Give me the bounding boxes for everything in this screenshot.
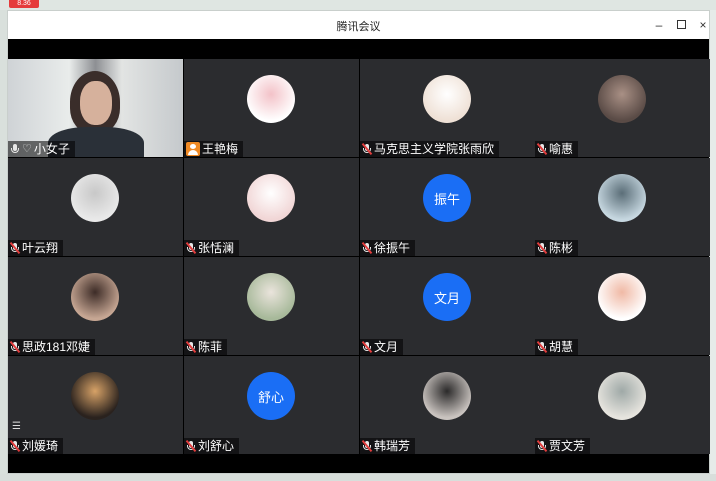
mic-muted-icon [9, 439, 21, 453]
participant-name: 贾文芳 [549, 439, 586, 453]
participant-name: 马克思主义学院张雨欣 [374, 142, 495, 156]
mic-muted-icon [361, 340, 373, 354]
participant-avatar [598, 174, 646, 222]
participant-avatar: 振午 [423, 174, 471, 222]
participant-tile[interactable]: 文月 文月 [360, 257, 535, 355]
mic-stand [11, 148, 19, 153]
participant-nameplate: 文月 [360, 339, 404, 355]
mic-muted-icon [185, 340, 197, 354]
participant-name: 王艳梅 [202, 142, 239, 156]
minimize-button[interactable]: – [648, 15, 670, 35]
participant-tile[interactable]: 张恬澜 [184, 158, 359, 256]
participant-avatar [423, 372, 471, 420]
heart-icon: ♡ [22, 143, 32, 155]
window-title: 腾讯会议 [336, 21, 381, 33]
mic-muted-icon [185, 241, 197, 255]
participant-nameplate: 韩瑞芳 [360, 438, 416, 454]
user-icon [186, 142, 200, 156]
participant-avatar: 文月 [423, 273, 471, 321]
participant-tile[interactable]: 刘媛琦 [8, 356, 183, 454]
participant-nameplate: 刘媛琦 [8, 438, 64, 454]
participant-name: 文月 [374, 340, 399, 354]
participant-name: 陈菲 [198, 340, 223, 354]
participant-name: 徐振午 [374, 241, 411, 255]
desktop-badge: 8.36 [9, 0, 39, 8]
participant-name: 叶云翔 [22, 241, 59, 255]
close-button[interactable]: × [692, 15, 714, 35]
participant-nameplate: ♡ 小女子 [8, 141, 75, 157]
participant-avatar [247, 174, 295, 222]
participant-name: 陈彬 [549, 241, 574, 255]
maximize-icon [676, 20, 686, 29]
meeting-window: 腾讯会议 – × ♡ 小女子 王艳梅 马克思主义学院张雨欣 喻惠 叶云翔 张恬澜 振午 徐振午陈… [7, 10, 710, 474]
participant-tile[interactable]: 喻惠 [535, 59, 710, 157]
participant-avatar [423, 75, 471, 123]
desktop-strip [0, 0, 716, 10]
participant-name: 刘舒心 [198, 439, 235, 453]
mic-muted-icon [361, 142, 373, 156]
participant-tile[interactable]: 贾文芳 [535, 356, 710, 454]
mic-muted-icon [361, 241, 373, 255]
participant-nameplate: 张恬澜 [184, 240, 240, 256]
mic-muted-icon [9, 241, 21, 255]
participant-tile[interactable]: 胡慧 [535, 257, 710, 355]
mic-icon [10, 143, 20, 155]
participant-name: 思政181邓婕 [22, 340, 91, 354]
taskbar-strip [0, 474, 716, 481]
participant-tile[interactable]: 陈彬 [535, 158, 710, 256]
participant-avatar [598, 372, 646, 420]
mic-muted-icon [185, 439, 197, 453]
participant-grid: ♡ 小女子 王艳梅 马克思主义学院张雨欣 喻惠 叶云翔 张恬澜 振午 徐振午 陈彬 思政181邓婕陈… [8, 59, 710, 455]
participant-nameplate: 刘舒心 [184, 438, 240, 454]
participant-avatar [598, 75, 646, 123]
participant-name: 刘媛琦 [22, 439, 59, 453]
participant-avatar [71, 273, 119, 321]
participant-avatar: 舒心 [247, 372, 295, 420]
participant-nameplate: 陈彬 [535, 240, 579, 256]
participant-tile[interactable]: 舒心刘舒心 [184, 356, 359, 454]
participant-nameplate: 胡慧 [535, 339, 579, 355]
participant-list-icon[interactable]: ☰ [12, 420, 26, 434]
participant-nameplate: 叶云翔 [8, 240, 64, 256]
participant-name: 胡慧 [549, 340, 574, 354]
participant-nameplate: 陈菲 [184, 339, 228, 355]
participant-nameplate: 思政181邓婕 [8, 339, 96, 355]
participant-tile[interactable]: 振午徐振午 [360, 158, 535, 256]
participant-name: 韩瑞芳 [374, 439, 411, 453]
participant-tile[interactable]: 陈菲 [184, 257, 359, 355]
mic-muted-icon [361, 439, 373, 453]
speaker-face [80, 81, 112, 125]
participant-name: 小女子 [33, 142, 70, 156]
participant-tile[interactable]: 马克思主义学院张雨欣 [360, 59, 535, 157]
participant-tile[interactable]: ♡ 小女子 [8, 59, 183, 157]
title-bar[interactable]: 腾讯会议 – × [8, 11, 709, 39]
desktop-edge [0, 10, 7, 474]
participant-tile[interactable]: 韩瑞芳 [360, 356, 535, 454]
participant-avatar [71, 174, 119, 222]
participant-nameplate: 王艳梅 [184, 141, 244, 157]
participant-name: 喻惠 [549, 142, 574, 156]
participant-tile[interactable]: 叶云翔 [8, 158, 183, 256]
participant-avatar [247, 273, 295, 321]
participant-nameplate: 贾文芳 [535, 438, 591, 454]
participant-tile[interactable]: 思政181邓婕 [8, 257, 183, 355]
mic-muted-icon [536, 439, 548, 453]
maximize-button[interactable] [670, 15, 692, 35]
mic-muted-icon [9, 340, 21, 354]
participant-nameplate: 喻惠 [535, 141, 579, 157]
mic-muted-icon [536, 142, 548, 156]
participant-avatar [247, 75, 295, 123]
participant-avatar [598, 273, 646, 321]
participant-avatar [71, 372, 119, 420]
mic-muted-icon [536, 241, 548, 255]
participant-nameplate: 徐振午 [360, 240, 416, 256]
mic-muted-icon [536, 340, 548, 354]
video-stage: ♡ 小女子 王艳梅 马克思主义学院张雨欣 喻惠 叶云翔 张恬澜 振午 徐振午 陈彬 思政181邓婕陈… [8, 39, 710, 473]
participant-name: 张恬澜 [198, 241, 235, 255]
participant-tile[interactable]: 王艳梅 [184, 59, 359, 157]
participant-nameplate: 马克思主义学院张雨欣 [360, 141, 500, 157]
